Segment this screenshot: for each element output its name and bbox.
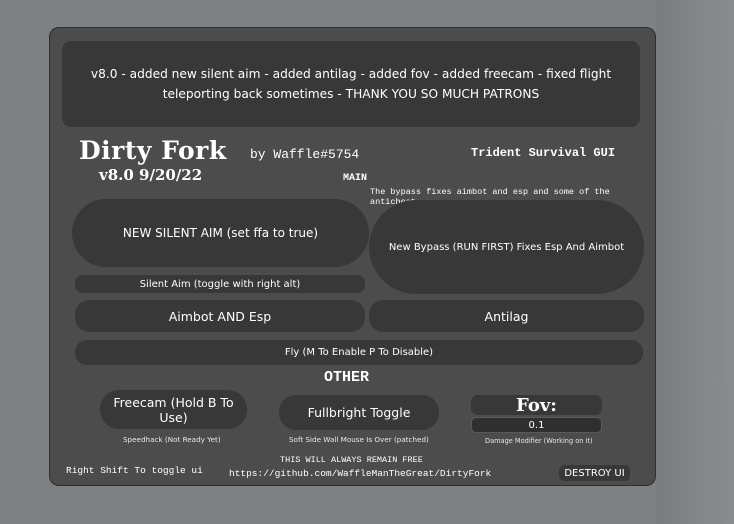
app-title: Dirty Fork xyxy=(79,136,227,165)
speedhack-caption[interactable]: Speedhack (Not Ready Yet) xyxy=(123,435,221,444)
github-link: https://github.com/WaffleManTheGreat/Dir… xyxy=(229,468,492,479)
bypass-button[interactable]: New Bypass (RUN FIRST) Fixes Esp And Aim… xyxy=(369,200,644,294)
destroy-ui-button[interactable]: DESTROY UI xyxy=(559,465,630,481)
damage-modifier-caption[interactable]: Damage Modifier (Working on it) xyxy=(485,437,593,445)
version-date: v8.0 9/20/22 xyxy=(99,166,203,184)
section-other-label: OTHER xyxy=(324,369,370,386)
freecam-button[interactable]: Freecam (Hold B To Use) xyxy=(100,390,247,429)
aimbot-esp-button[interactable]: Aimbot AND Esp xyxy=(75,300,365,332)
gui-name: Trident Survival GUI xyxy=(471,146,616,160)
toggle-ui-hint: Right Shift To toggle ui xyxy=(66,465,203,476)
author-credit: by Waffle#5754 xyxy=(250,147,360,162)
section-main-label: MAIN xyxy=(343,173,368,184)
free-notice: THIS WILL ALWAYS REMAIN FREE xyxy=(280,455,423,465)
changelog-text: v8.0 - added new silent aim - added anti… xyxy=(90,67,612,101)
silent-aim-button[interactable]: NEW SILENT AIM (set ffa to true) xyxy=(72,199,369,267)
gui-panel: v8.0 - added new silent aim - added anti… xyxy=(49,27,656,486)
silent-aim-toggle-button[interactable]: Silent Aim (toggle with right alt) xyxy=(75,275,365,293)
fly-button[interactable]: Fly (M To Enable P To Disable) xyxy=(75,340,643,365)
fov-input[interactable] xyxy=(471,417,602,433)
changelog-banner: v8.0 - added new silent aim - added anti… xyxy=(62,41,640,127)
background-edge xyxy=(656,0,734,524)
antilag-button[interactable]: Antilag xyxy=(369,300,644,332)
soft-side-caption[interactable]: Soft Side Wall Mouse Is Over (patched) xyxy=(289,435,429,444)
fullbright-button[interactable]: Fullbright Toggle xyxy=(279,395,439,430)
fov-label: Fov: xyxy=(471,395,602,416)
